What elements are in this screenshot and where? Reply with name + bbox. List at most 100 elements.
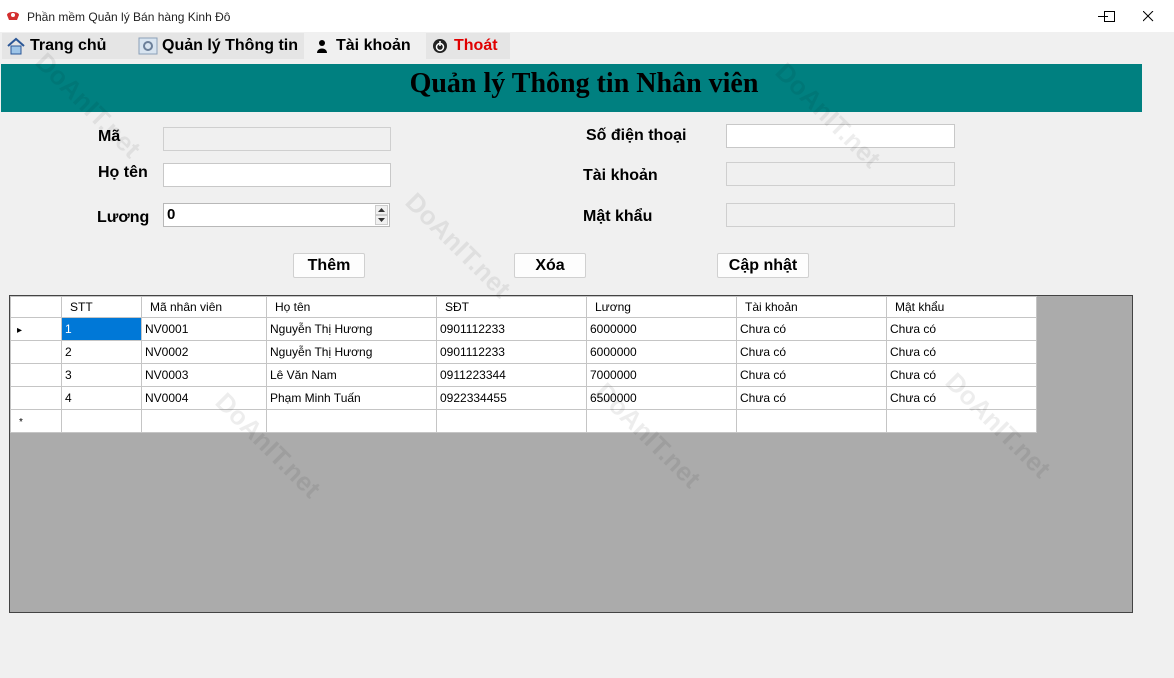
- table-cell[interactable]: Chưa có: [886, 363, 1037, 387]
- table-cell[interactable]: [886, 409, 1037, 433]
- table-cell[interactable]: 6000000: [586, 317, 737, 341]
- table-cell[interactable]: 0922334455: [436, 386, 587, 410]
- table-cell[interactable]: Chưa có: [736, 340, 887, 364]
- table-cell[interactable]: 0901112233: [436, 317, 587, 341]
- hoten-label: Họ tên: [98, 164, 148, 181]
- stepper-up-button[interactable]: [375, 205, 388, 215]
- user-icon: [317, 40, 327, 53]
- table-cell[interactable]: [736, 409, 887, 433]
- table-cell[interactable]: Nguyễn Thị Hương: [266, 317, 437, 341]
- menu-info-management[interactable]: Quản lý Thông tin: [134, 33, 304, 59]
- matkhau-label: Mật khẩu: [583, 208, 653, 225]
- table-cell[interactable]: [436, 409, 587, 433]
- employee-grid[interactable]: STT Mã nhân viên Họ tên SĐT Lương Tài kh…: [9, 295, 1133, 613]
- app-logo-icon: [7, 12, 19, 20]
- title-bar: Phần mềm Quản lý Bán hàng Kinh Đô: [0, 0, 1174, 32]
- close-button[interactable]: [1125, 0, 1171, 32]
- table-cell[interactable]: 6000000: [586, 340, 737, 364]
- table-cell[interactable]: 3: [61, 363, 142, 387]
- column-header-luong[interactable]: Lương: [586, 296, 737, 318]
- power-icon: [433, 39, 447, 53]
- table-cell[interactable]: NV0001: [141, 317, 267, 341]
- table-cell[interactable]: Nguyễn Thị Hương: [266, 340, 437, 364]
- current-row-marker: ▸: [17, 325, 23, 336]
- employee-table: STT Mã nhân viên Họ tên SĐT Lương Tài kh…: [10, 296, 1037, 433]
- table-cell[interactable]: Chưa có: [886, 386, 1037, 410]
- table-cell[interactable]: 0911223344: [436, 363, 587, 387]
- table-cell[interactable]: NV0003: [141, 363, 267, 387]
- table-cell[interactable]: 0901112233: [436, 340, 587, 364]
- luong-value: 0: [167, 206, 176, 223]
- hoten-field[interactable]: [163, 163, 391, 187]
- table-cell[interactable]: Chưa có: [736, 386, 887, 410]
- menu-account-label: Tài khoản: [336, 37, 411, 54]
- luong-stepper[interactable]: 0: [163, 203, 390, 227]
- table-cell[interactable]: Chưa có: [886, 317, 1037, 341]
- settings-icon: [138, 37, 158, 55]
- row-header[interactable]: [10, 363, 62, 387]
- table-cell[interactable]: 2: [61, 340, 142, 364]
- sdt-field[interactable]: [726, 124, 955, 148]
- menu-info-label: Quản lý Thông tin: [162, 37, 298, 54]
- column-header-sdt[interactable]: SĐT: [436, 296, 587, 318]
- column-header-ma-nv[interactable]: Mã nhân viên: [141, 296, 267, 318]
- table-cell[interactable]: [266, 409, 437, 433]
- maximize-button[interactable]: [1080, 0, 1126, 32]
- column-header-tai-khoan[interactable]: Tài khoản: [736, 296, 887, 318]
- table-row[interactable]: 3 NV0003 Lê Văn Nam 0911223344 7000000 C…: [10, 363, 1037, 387]
- row-header[interactable]: [10, 340, 62, 364]
- table-cell[interactable]: NV0002: [141, 340, 267, 364]
- table-cell[interactable]: Chưa có: [886, 340, 1037, 364]
- table-cell[interactable]: [141, 409, 267, 433]
- chevron-down-icon: [378, 218, 385, 222]
- matkhau-field[interactable]: [726, 203, 955, 227]
- column-header-mat-khau[interactable]: Mật khẩu: [886, 296, 1037, 318]
- page-title: Quản lý Thông tin Nhân viên: [409, 68, 759, 99]
- stepper-down-button[interactable]: [375, 215, 388, 225]
- row-header[interactable]: *: [10, 409, 62, 433]
- column-header-stt[interactable]: STT: [61, 296, 142, 318]
- close-icon: [1143, 11, 1154, 22]
- table-cell[interactable]: 4: [61, 386, 142, 410]
- menu-home[interactable]: Trang chủ: [2, 33, 134, 59]
- sdt-label: Số điện thoại: [586, 127, 687, 144]
- table-cell[interactable]: [586, 409, 737, 433]
- table-cell[interactable]: Lê Văn Nam: [266, 363, 437, 387]
- table-row[interactable]: 2 NV0002 Nguyễn Thị Hương 0901112233 600…: [10, 340, 1037, 364]
- table-header-row: STT Mã nhân viên Họ tên SĐT Lương Tài kh…: [10, 296, 1037, 318]
- window-title: Phần mềm Quản lý Bán hàng Kinh Đô: [27, 10, 231, 24]
- table-cell[interactable]: NV0004: [141, 386, 267, 410]
- table-cell[interactable]: [61, 409, 142, 433]
- column-header-ho-ten[interactable]: Họ tên: [266, 296, 437, 318]
- table-cell[interactable]: Phạm Minh Tuấn: [266, 386, 437, 410]
- chevron-up-icon: [378, 208, 385, 212]
- table-row[interactable]: 4 NV0004 Phạm Minh Tuấn 0922334455 65000…: [10, 386, 1037, 410]
- table-row[interactable]: ▸ 1 NV0001 Nguyễn Thị Hương 0901112233 6…: [10, 317, 1037, 341]
- menu-home-label: Trang chủ: [30, 37, 107, 54]
- menu-exit[interactable]: Thoát: [426, 33, 510, 59]
- update-button[interactable]: Cập nhật: [717, 253, 809, 278]
- new-row[interactable]: *: [10, 409, 1037, 433]
- table-cell[interactable]: 1: [61, 317, 142, 341]
- maximize-icon: [1104, 11, 1115, 22]
- delete-button[interactable]: Xóa: [514, 253, 586, 278]
- table-cell[interactable]: Chưa có: [736, 363, 887, 387]
- row-header[interactable]: [10, 386, 62, 410]
- table-cell[interactable]: Chưa có: [736, 317, 887, 341]
- taikhoan-label: Tài khoản: [583, 167, 658, 184]
- row-header[interactable]: ▸: [10, 317, 62, 341]
- menu-bar: Trang chủ Quản lý Thông tin Tài khoản Th…: [0, 32, 1174, 60]
- table-cell[interactable]: 7000000: [586, 363, 737, 387]
- taikhoan-field[interactable]: [726, 162, 955, 186]
- luong-label: Lương: [97, 209, 150, 226]
- ma-label: Mã: [98, 128, 121, 145]
- add-button[interactable]: Thêm: [293, 253, 365, 278]
- watermark: DoAnIT.net: [399, 186, 517, 304]
- row-header-corner: [10, 296, 62, 318]
- ma-field[interactable]: [163, 127, 391, 151]
- menu-exit-label: Thoát: [454, 37, 498, 54]
- menu-account[interactable]: Tài khoản: [308, 33, 422, 59]
- new-row-marker: *: [19, 417, 23, 428]
- table-cell[interactable]: 6500000: [586, 386, 737, 410]
- home-icon: [7, 37, 25, 55]
